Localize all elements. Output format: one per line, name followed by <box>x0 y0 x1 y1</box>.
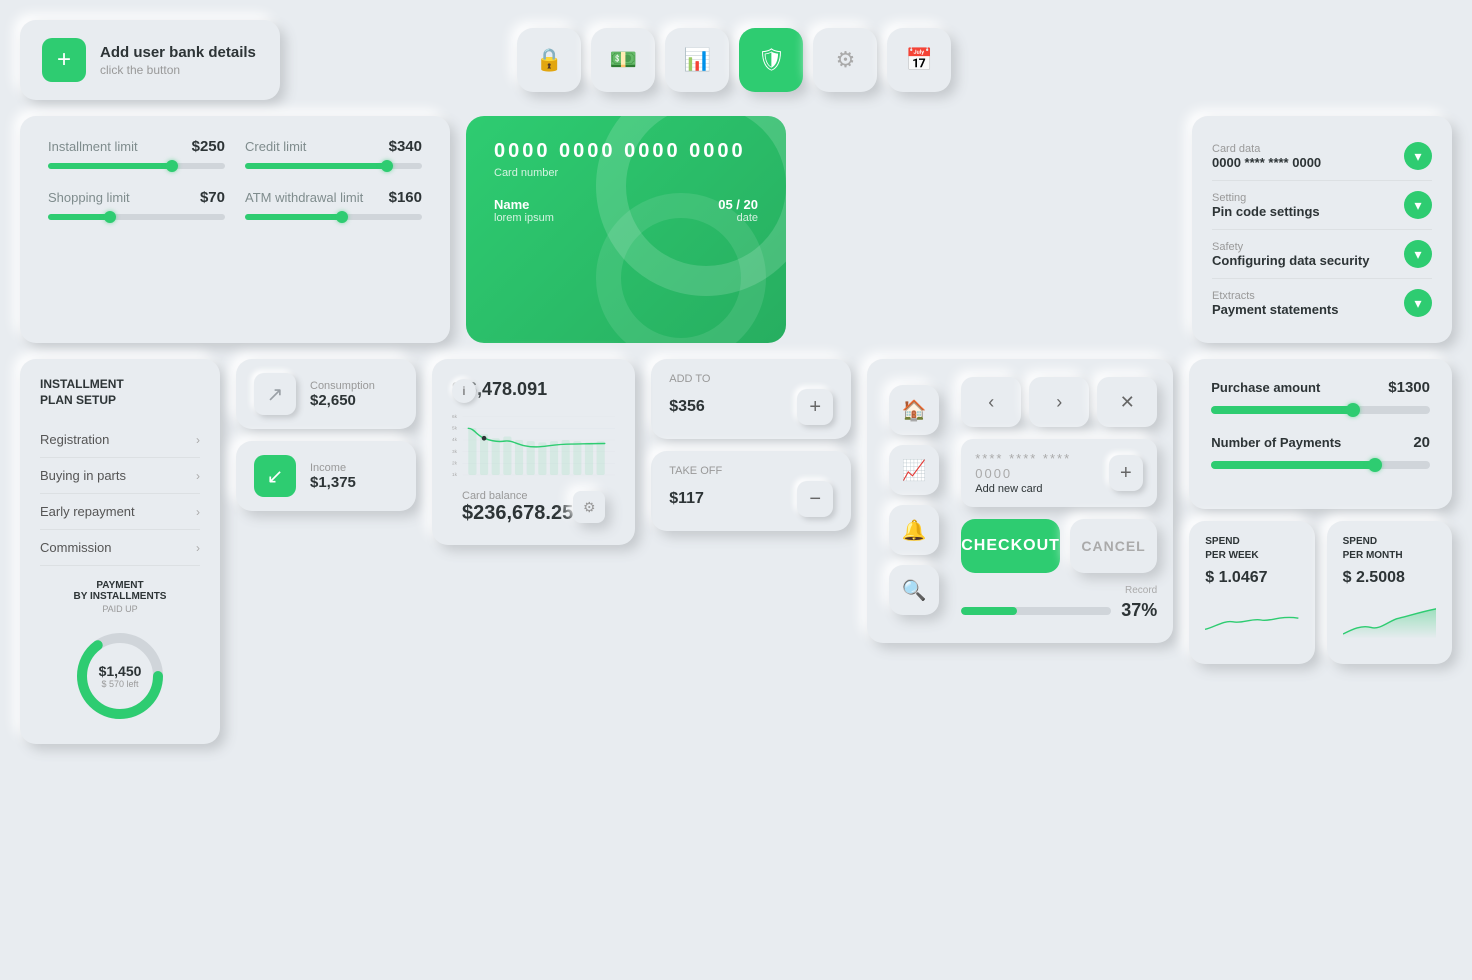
nav-icons-panel: 🏠 📈 🔔 🔍 <box>875 369 953 633</box>
payment-by-installments: PAYMENTBY INSTALLMENTS PAID UP $1,450 $ … <box>40 580 200 726</box>
checkout-btn[interactable]: CHECKOUT <box>961 519 1060 573</box>
gear-icon-btn[interactable]: ⚙ <box>813 28 877 92</box>
spend-per-month-card: SPENDPER MONTH $ 2.5008 <box>1327 521 1452 664</box>
plan-buying[interactable]: Buying in parts› <box>40 458 200 494</box>
dollar-icon-btn[interactable]: 💵 <box>591 28 655 92</box>
safety-expand-btn[interactable]: ▾ <box>1404 240 1432 268</box>
limits-grid: Installment limit $250 Credit limit $340 <box>48 138 422 220</box>
calendar-icon-btn[interactable]: 📅 <box>887 28 951 92</box>
shield-icon-btn[interactable]: 🛡 <box>739 28 803 92</box>
nav-close-btn[interactable]: ✕ <box>1097 377 1157 427</box>
card-name-section: Name lorem ipsum <box>494 197 554 224</box>
card-data-expand-btn[interactable]: ▾ <box>1404 142 1432 170</box>
purchase-panel: Purchase amount $1300 Number of Payments… <box>1189 359 1452 509</box>
top-icon-row: 🔒 💵 📊 🛡 ⚙ 📅 <box>296 20 1173 100</box>
add-user-text: Add user bank details click the button <box>100 44 256 77</box>
record-label: Record <box>961 585 1157 596</box>
lock-icon-btn[interactable]: 🔒 <box>517 28 581 92</box>
svg-text:6k: 6k <box>452 414 458 419</box>
record-pct: 37% <box>1121 600 1157 621</box>
nav-right-btn[interactable]: › <box>1029 377 1089 427</box>
limit-installment: Installment limit $250 <box>48 138 225 169</box>
add-new-card-label: Add new card <box>975 483 1108 495</box>
setting-safety[interactable]: Safety Configuring data security ▾ <box>1212 230 1432 279</box>
pin-expand-btn[interactable]: ▾ <box>1404 191 1432 219</box>
plan-title: INSTALLMENTPLAN SETUP <box>40 377 200 408</box>
nav-left-btn[interactable]: ‹ <box>961 377 1021 427</box>
take-off-card: TAKE OFF $117 − <box>651 451 851 531</box>
svg-text:2k: 2k <box>452 460 458 465</box>
limit-shopping: Shopping limit $70 <box>48 189 225 220</box>
income-card: ↙ Income $1,375 <box>236 441 416 511</box>
home-icon-btn[interactable]: 🏠 <box>889 385 939 435</box>
limit-credit: Credit limit $340 <box>245 138 422 169</box>
spend-per-week-card: SPENDPER WEEK $ 1.0467 <box>1189 521 1314 664</box>
setting-extracts[interactable]: Etxtracts Payment statements ▾ <box>1212 279 1432 327</box>
limit-atm: ATM withdrawal limit $160 <box>245 189 422 220</box>
chart-icon-btn[interactable]: 📊 <box>665 28 729 92</box>
search-icon-btn[interactable]: 🔍 <box>889 565 939 615</box>
card-number-label: Card number <box>494 167 758 179</box>
chart-icon-btn2[interactable]: 📈 <box>889 445 939 495</box>
svg-text:4k: 4k <box>452 437 458 442</box>
installment-plan: INSTALLMENTPLAN SETUP Registration› Buyi… <box>20 359 220 744</box>
chart-card: i $ 6,478.091 6k 5k 4k 3k 2k 1k <box>432 359 635 545</box>
add-btn[interactable]: + <box>797 389 833 425</box>
plan-repayment[interactable]: Early repayment› <box>40 494 200 530</box>
limits-card: Installment limit $250 Credit limit $340 <box>20 116 450 343</box>
svg-text:5k: 5k <box>452 425 458 430</box>
add-user-title: Add user bank details <box>100 44 256 61</box>
add-to-card: ADD TO $356 + <box>651 359 851 439</box>
card-add-btn[interactable]: + <box>1109 455 1144 491</box>
arrow-down-icon: ↙ <box>254 455 296 497</box>
setting-pin[interactable]: Setting Pin code settings ▾ <box>1212 181 1432 230</box>
svg-text:3k: 3k <box>452 449 458 454</box>
card-settings-panel: Card data 0000 **** **** 0000 ▾ Setting … <box>1192 116 1452 343</box>
add-user-card[interactable]: + Add user bank details click the button <box>20 20 280 100</box>
bell-icon-btn[interactable]: 🔔 <box>889 505 939 555</box>
card-number: 0000 0000 0000 0000 <box>494 140 758 163</box>
info-icon[interactable]: i <box>452 379 476 403</box>
chart-area: 6k 5k 4k 3k 2k 1k <box>452 412 615 482</box>
plan-registration[interactable]: Registration› <box>40 422 200 458</box>
arrow-up-icon: ↗ <box>254 373 296 415</box>
add-user-subtitle: click the button <box>100 63 256 77</box>
credit-card: 0000 0000 0000 0000 Card number Name lor… <box>466 116 786 343</box>
setting-card-data[interactable]: Card data 0000 **** **** 0000 ▾ <box>1212 132 1432 181</box>
cancel-btn[interactable]: CANCEL <box>1070 519 1157 573</box>
donut-chart: $1,450 $ 570 left <box>70 626 170 726</box>
svg-text:1k: 1k <box>452 472 458 477</box>
consumption-card: ↗ Consumption $2,650 <box>236 359 416 429</box>
extracts-expand-btn[interactable]: ▾ <box>1404 289 1432 317</box>
plan-commission[interactable]: Commission› <box>40 530 200 566</box>
settings-gear-icon[interactable]: ⚙ <box>573 491 605 523</box>
card-mask: **** **** **** 0000 <box>975 451 1108 481</box>
card-date-section: 05 / 20 date <box>718 197 758 224</box>
record-bar <box>961 607 1016 615</box>
add-user-icon: + <box>42 38 86 82</box>
subtract-btn[interactable]: − <box>797 481 833 517</box>
